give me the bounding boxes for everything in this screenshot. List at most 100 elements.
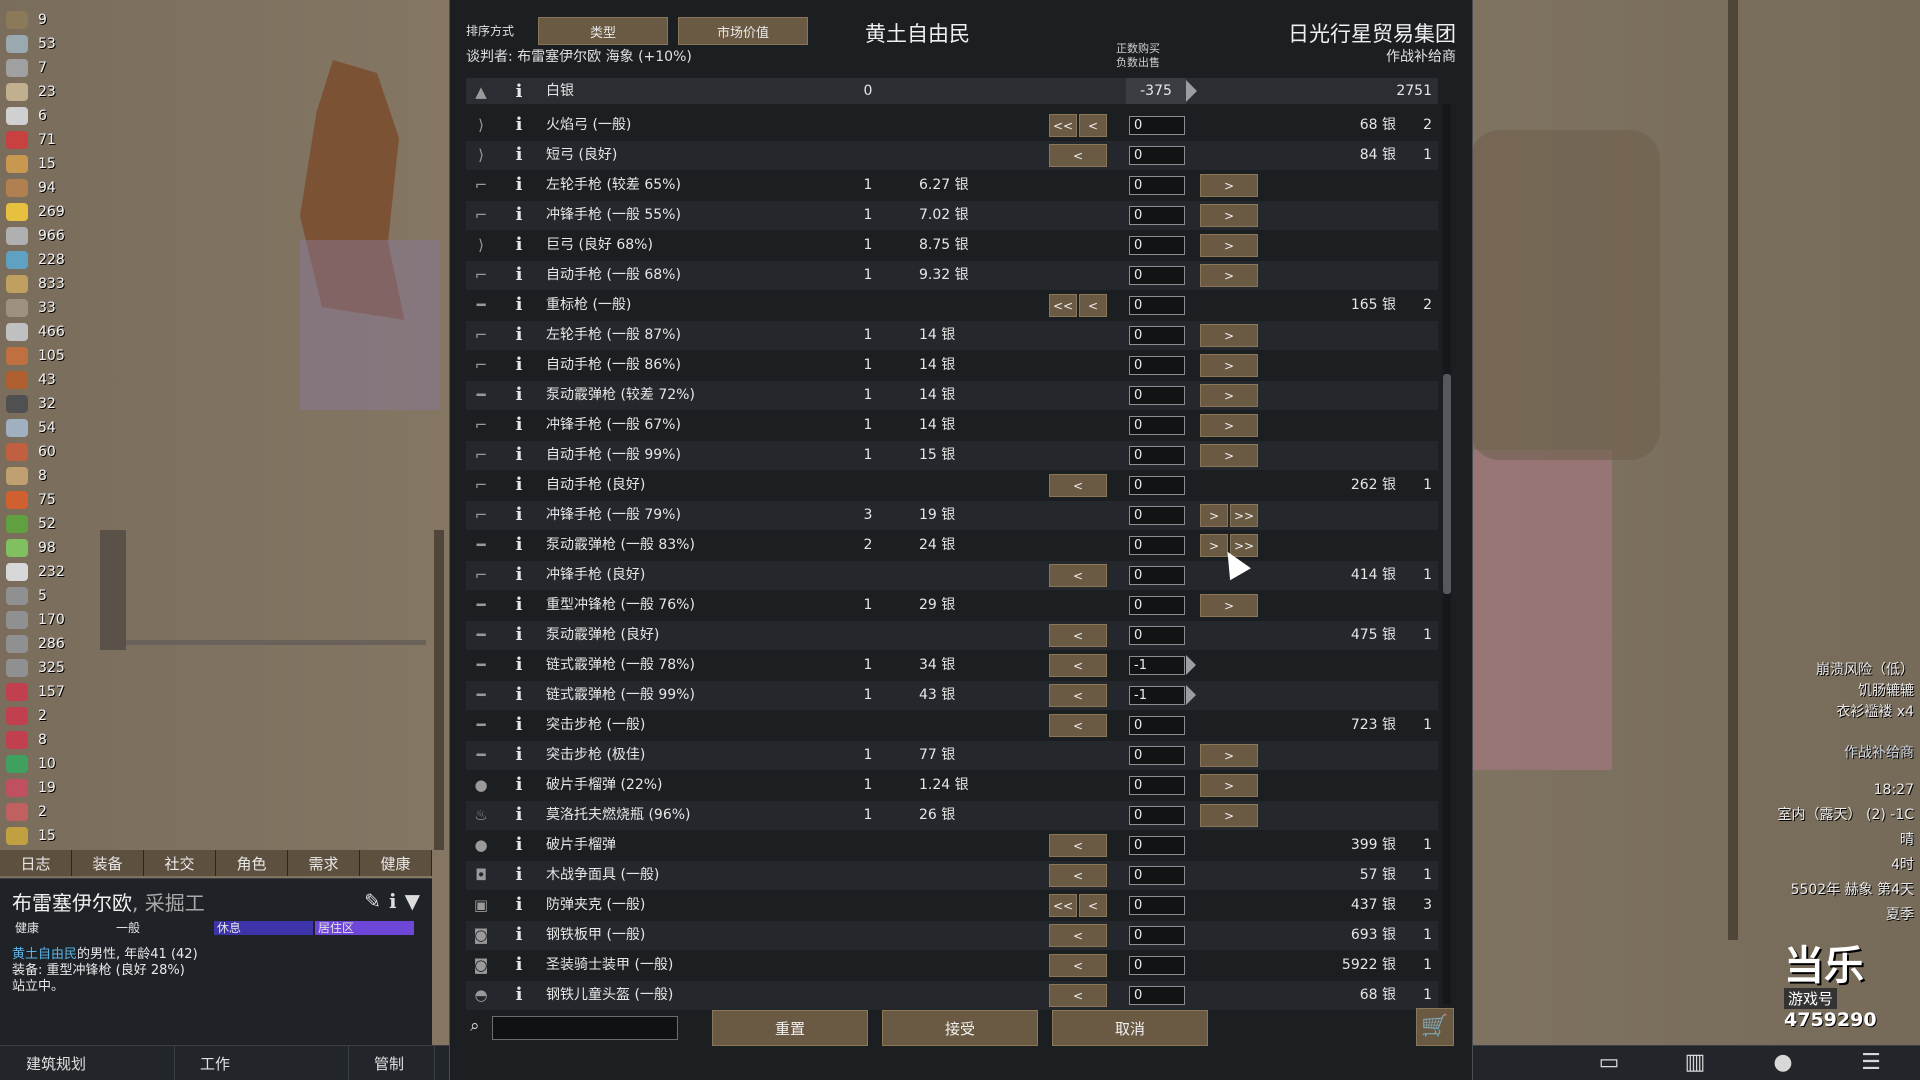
resource-row[interactable]: 15: [6, 824, 76, 848]
trade-qty-input[interactable]: 0: [1129, 716, 1185, 735]
work-button[interactable]: 工作: [174, 1046, 349, 1080]
move-all-right-button[interactable]: >>: [1230, 504, 1258, 527]
status-bar-1[interactable]: 一般: [113, 921, 212, 935]
info-icon[interactable]: i: [512, 985, 526, 1005]
info-icon[interactable]: i: [512, 295, 526, 315]
trade-qty-input[interactable]: -1: [1129, 686, 1185, 705]
resource-row[interactable]: 2: [6, 800, 76, 824]
resource-row[interactable]: 232: [6, 560, 76, 584]
status-bar-0[interactable]: 健康: [12, 921, 111, 935]
info-icon[interactable]: i: [512, 955, 526, 975]
move-all-left-button[interactable]: <<: [1049, 114, 1077, 137]
info-icon[interactable]: i: [512, 775, 526, 795]
resource-row[interactable]: 33: [6, 296, 76, 320]
cancel-button[interactable]: 取消: [1052, 1010, 1208, 1046]
restrict-button[interactable]: 管制: [348, 1046, 435, 1080]
move-all-left-button[interactable]: <<: [1049, 894, 1077, 917]
tab-3[interactable]: 角色: [216, 850, 288, 876]
trade-qty-input[interactable]: 0: [1129, 146, 1185, 165]
resource-row[interactable]: 60: [6, 440, 76, 464]
resource-row[interactable]: 833: [6, 272, 76, 296]
resource-row[interactable]: 53: [6, 32, 76, 56]
status-bar-3[interactable]: 居住区: [315, 921, 414, 935]
info-icon[interactable]: i: [512, 535, 526, 555]
book-icon[interactable]: ▭: [1594, 1050, 1624, 1076]
sort-by-type-button[interactable]: 类型: [538, 17, 668, 45]
resource-row[interactable]: 75: [6, 488, 76, 512]
resource-row[interactable]: 170: [6, 608, 76, 632]
trade-qty-input[interactable]: 0: [1129, 806, 1185, 825]
tab-2[interactable]: 社交: [144, 850, 216, 876]
info-icon[interactable]: i: [512, 385, 526, 405]
search-input[interactable]: [492, 1016, 678, 1040]
move-right-button[interactable]: >: [1200, 384, 1258, 407]
trade-qty-input[interactable]: 0: [1129, 956, 1185, 975]
resource-row[interactable]: 23: [6, 80, 76, 104]
move-left-button[interactable]: <: [1079, 294, 1107, 317]
move-left-button[interactable]: <: [1049, 984, 1107, 1007]
trade-qty-input[interactable]: 0: [1129, 626, 1185, 645]
move-left-button[interactable]: <: [1049, 654, 1107, 677]
move-all-left-button[interactable]: <<: [1049, 294, 1077, 317]
resource-row[interactable]: 8: [6, 728, 76, 752]
move-right-button[interactable]: >: [1200, 174, 1258, 197]
trade-qty-input[interactable]: 0: [1129, 326, 1185, 345]
resource-row[interactable]: 19: [6, 776, 76, 800]
info-icon[interactable]: i: [512, 865, 526, 885]
info-icon[interactable]: i: [512, 685, 526, 705]
resource-row[interactable]: 9: [6, 8, 76, 32]
move-left-button[interactable]: <: [1049, 684, 1107, 707]
resource-row[interactable]: 15: [6, 152, 76, 176]
resource-row[interactable]: 466: [6, 320, 76, 344]
trade-qty-input[interactable]: 0: [1129, 116, 1185, 135]
trade-qty-input[interactable]: 0: [1129, 926, 1185, 945]
move-right-button[interactable]: >: [1200, 774, 1258, 797]
info-icon[interactable]: i: [512, 325, 526, 345]
resource-row[interactable]: 52: [6, 512, 76, 536]
info-icon[interactable]: i: [389, 889, 397, 913]
resource-row[interactable]: 5: [6, 584, 76, 608]
trade-qty-input[interactable]: 0: [1129, 566, 1185, 585]
move-right-button[interactable]: >: [1200, 324, 1258, 347]
tab-5[interactable]: 健康: [360, 850, 432, 876]
resource-row[interactable]: 7: [6, 56, 76, 80]
move-right-button[interactable]: >: [1200, 804, 1258, 827]
move-left-button[interactable]: <: [1049, 714, 1107, 737]
rename-icon[interactable]: ✎: [364, 889, 381, 913]
info-icon[interactable]: i: [512, 895, 526, 915]
move-right-button[interactable]: >: [1200, 234, 1258, 257]
accept-button[interactable]: 接受: [882, 1010, 1038, 1046]
move-right-button[interactable]: >: [1200, 744, 1258, 767]
info-icon[interactable]: i: [512, 595, 526, 615]
status-bar-2[interactable]: 休息: [214, 921, 313, 935]
resource-row[interactable]: 8: [6, 464, 76, 488]
trade-qty-input[interactable]: 0: [1129, 446, 1185, 465]
move-right-button[interactable]: >: [1200, 204, 1258, 227]
move-left-button[interactable]: <: [1049, 924, 1107, 947]
tab-4[interactable]: 需求: [288, 850, 360, 876]
move-left-button[interactable]: <: [1049, 144, 1107, 167]
trade-qty-input[interactable]: 0: [1129, 536, 1185, 555]
trade-qty-input[interactable]: 0: [1129, 296, 1185, 315]
scroll-thumb[interactable]: [1443, 374, 1451, 594]
resource-row[interactable]: 10: [6, 752, 76, 776]
alert-breakdown[interactable]: 崩溃风险（低）: [1816, 660, 1914, 681]
trade-qty-input[interactable]: 0: [1129, 596, 1185, 615]
resource-row[interactable]: 6: [6, 104, 76, 128]
trade-qty-input[interactable]: -1: [1129, 656, 1185, 675]
info-icon[interactable]: i: [512, 805, 526, 825]
move-right-button[interactable]: >: [1200, 354, 1258, 377]
research-icon[interactable]: ▥: [1680, 1050, 1710, 1076]
move-left-button[interactable]: <: [1079, 894, 1107, 917]
info-icon[interactable]: i: [512, 505, 526, 525]
trade-qty-input[interactable]: 0: [1129, 266, 1185, 285]
alert-ragged[interactable]: 衣衫褴褛 x4: [1816, 702, 1914, 723]
resource-row[interactable]: 269: [6, 200, 76, 224]
move-left-button[interactable]: <: [1049, 624, 1107, 647]
info-icon[interactable]: i: [512, 475, 526, 495]
resource-row[interactable]: 32: [6, 392, 76, 416]
trader-tag[interactable]: 作战补给商: [1844, 742, 1914, 762]
move-right-button[interactable]: >: [1200, 444, 1258, 467]
info-icon[interactable]: i: [512, 655, 526, 675]
info-icon[interactable]: i: [512, 205, 526, 225]
